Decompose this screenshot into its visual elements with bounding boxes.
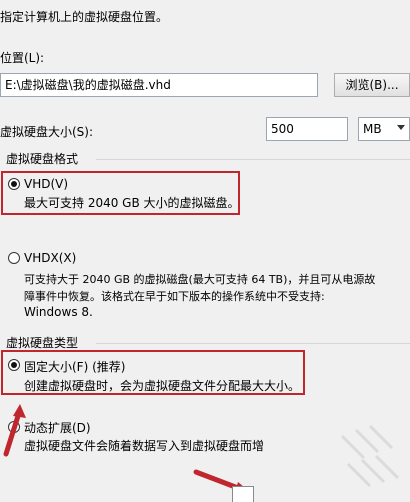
dynamic-description: 虚拟硬盘文件会随着数据写入到虚拟硬盘而增 bbox=[24, 439, 265, 453]
vhdx-description-line-2: 障事件中恢复。该格式在早于如下版本的操作系统中不受支持: bbox=[24, 290, 325, 303]
fixed-size-highlight-box bbox=[1, 350, 305, 395]
location-label: 位置(L): bbox=[0, 51, 45, 65]
type-group-title: 虚拟硬盘类型 bbox=[6, 336, 79, 350]
red-arrow-icon bbox=[3, 404, 26, 457]
size-input[interactable]: 500 bbox=[266, 117, 348, 141]
size-label: 虚拟硬盘大小(S): bbox=[0, 125, 94, 139]
format-group-divider bbox=[96, 159, 410, 160]
vhdx-description-line-3: Windows 8. bbox=[24, 305, 93, 319]
chevron-down-icon bbox=[397, 125, 405, 130]
location-input[interactable]: E:\虚拟磁盘\我的虚拟磁盘.vhd bbox=[0, 73, 318, 97]
size-unit-select[interactable]: MB bbox=[358, 117, 410, 141]
next-button-partial[interactable] bbox=[232, 486, 254, 502]
intro-text: 指定计算机上的虚拟硬盘位置。 bbox=[0, 10, 169, 24]
format-group-title: 虚拟硬盘格式 bbox=[6, 152, 79, 166]
size-unit-value: MB bbox=[363, 122, 382, 136]
vhdx-radio[interactable] bbox=[8, 252, 20, 264]
vhd-highlight-box bbox=[1, 171, 240, 215]
watermark-logo-icon bbox=[340, 424, 400, 488]
dynamic-label[interactable]: 动态扩展(D) bbox=[24, 419, 91, 436]
vhdx-description-line-1: 可支持大于 2040 GB 的虚拟磁盘(最大可支持 64 TB)，并且可从电源故 bbox=[24, 273, 376, 286]
type-group-divider bbox=[96, 343, 410, 344]
vhdx-label[interactable]: VHDX(X) bbox=[24, 251, 76, 265]
browse-button[interactable]: 浏览(B)... bbox=[334, 73, 410, 97]
